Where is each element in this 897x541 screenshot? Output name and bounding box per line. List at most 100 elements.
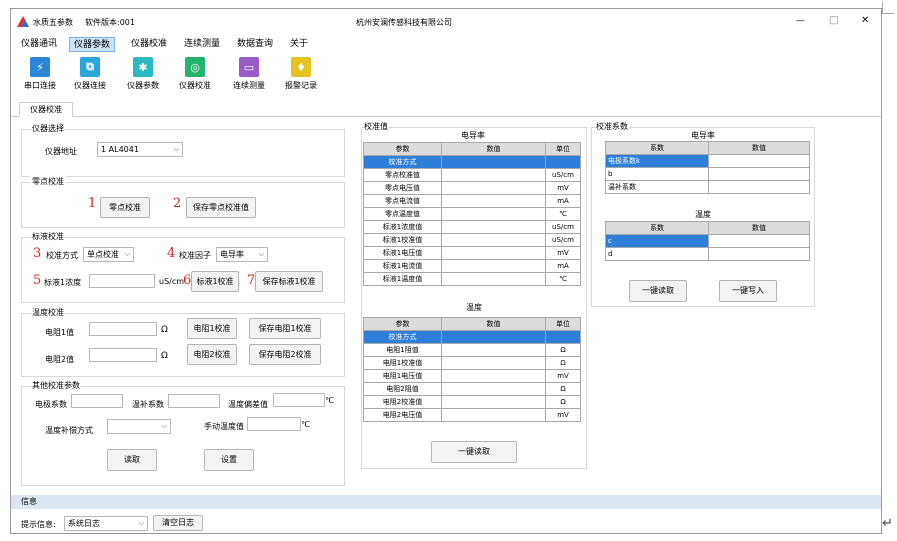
- menu-params[interactable]: 仪器参数: [69, 37, 116, 52]
- info-bar: 信息: [11, 495, 881, 509]
- temp-comp-coef-input[interactable]: [168, 394, 220, 408]
- table-row[interactable]: 校准方式: [363, 155, 581, 169]
- table-row[interactable]: d: [605, 247, 810, 261]
- coefficients-title: 校准系数: [595, 121, 629, 132]
- serial-connect-button[interactable]: ⚡ 串口连接: [15, 55, 65, 97]
- table-row[interactable]: 标液1电流值 mA: [363, 259, 581, 273]
- coef-value: [708, 180, 810, 194]
- save-zero-cal-button[interactable]: 保存零点校准值: [186, 197, 256, 218]
- tab-strip: 仪器校准: [11, 101, 881, 117]
- address-select[interactable]: 1 AL4041 ⌵: [97, 142, 183, 157]
- toolbar-label: 仪器校准: [179, 81, 211, 90]
- device-params-button[interactable]: ✱ 仪器参数: [118, 55, 168, 97]
- manual-temp-unit: ℃: [301, 420, 310, 429]
- table-row[interactable]: c: [605, 234, 810, 248]
- read-all-coef-button[interactable]: 一键读取: [629, 280, 687, 302]
- param-unit: mV: [545, 181, 581, 195]
- r1-input[interactable]: [89, 322, 157, 336]
- temp-cal-title: 温度校准: [31, 307, 65, 318]
- table-row[interactable]: 标液1校准值 uS/cm: [363, 233, 581, 247]
- table-row[interactable]: b: [605, 167, 810, 181]
- save-r2-cal-button[interactable]: 保存电阻2校准: [249, 344, 321, 365]
- set-button[interactable]: 设置: [204, 449, 254, 471]
- temp-table-title: 温度: [466, 303, 482, 312]
- menu-comm[interactable]: 仪器通讯: [17, 37, 61, 52]
- table-row[interactable]: 电阻1校准值 Ω: [363, 356, 581, 370]
- electrode-coef-input[interactable]: [71, 394, 123, 408]
- save-std1-cal-button[interactable]: 保存标液1校准: [255, 271, 323, 292]
- col-header: 数值: [441, 317, 546, 331]
- cal-factor-select[interactable]: 电导率 ⌵: [216, 247, 268, 262]
- coef-temp-table: 系数 数值 c d: [605, 221, 810, 261]
- clear-log-button[interactable]: 清空日志: [153, 515, 203, 531]
- std1-cal-button[interactable]: 标液1校准: [191, 271, 239, 292]
- cal-factor-label: 校准因子: [179, 251, 211, 260]
- param-name: 电阻2校准值: [363, 395, 442, 409]
- std-cal-title: 标液校准: [31, 231, 65, 242]
- read-button[interactable]: 读取: [107, 449, 157, 471]
- menu-data-query[interactable]: 数据查询: [233, 37, 277, 52]
- r2-input[interactable]: [89, 348, 157, 362]
- coef-value: [708, 154, 810, 168]
- cal-method-select[interactable]: 单点校准 ⌵: [83, 247, 134, 262]
- table-row[interactable]: 电极系数k: [605, 154, 810, 168]
- table-row[interactable]: 电阻1电压值 mV: [363, 369, 581, 383]
- table-row[interactable]: 标液1浓度值 uS/cm: [363, 220, 581, 234]
- manual-temp-input[interactable]: [247, 417, 301, 431]
- corner-mark-icon: [882, 2, 894, 14]
- table-row[interactable]: 标液1电压值 mV: [363, 246, 581, 260]
- param-unit: mA: [545, 259, 581, 273]
- param-unit: [545, 330, 581, 344]
- param-name: 标液1电压值: [363, 246, 442, 260]
- r1-cal-button[interactable]: 电阻1校准: [187, 318, 237, 339]
- table-row[interactable]: 电阻2电压值 mV: [363, 408, 581, 422]
- temp-offset-label: 温度偏差值: [228, 400, 268, 409]
- std-cal-group: [21, 237, 345, 303]
- param-name: 电阻2阻值: [363, 382, 442, 396]
- device-connect-button[interactable]: ⧉ 仪器连接: [65, 55, 115, 97]
- prompt-label: 提示信息:: [21, 520, 56, 529]
- log-select[interactable]: 系统日志 ⌵: [64, 516, 148, 531]
- step-number: 4: [167, 246, 176, 261]
- r2-ohm-unit: Ω: [161, 351, 168, 361]
- param-value: [441, 408, 546, 422]
- table-row[interactable]: 标液1温度值 ℃: [363, 272, 581, 286]
- close-button[interactable]: ✕: [861, 15, 869, 26]
- table-row[interactable]: 校准方式: [363, 330, 581, 344]
- cond-table-title: 电导率: [461, 131, 485, 140]
- save-r1-cal-button[interactable]: 保存电阻1校准: [249, 318, 321, 339]
- device-calibration-button[interactable]: ◎ 仪器校准: [170, 55, 220, 97]
- table-row[interactable]: 零点电压值 mV: [363, 181, 581, 195]
- write-all-coef-button[interactable]: 一键写入: [719, 280, 777, 302]
- continuous-measure-button[interactable]: ▭ 连续测量: [224, 55, 274, 97]
- menu-calibration[interactable]: 仪器校准: [127, 37, 171, 52]
- chevron-down-icon: ⌵: [258, 250, 264, 258]
- menu-continuous[interactable]: 连续测量: [180, 37, 224, 52]
- temp-offset-unit: ℃: [325, 396, 334, 405]
- table-row[interactable]: 电阻1阻值 Ω: [363, 343, 581, 357]
- read-all-values-button[interactable]: 一键读取: [431, 441, 517, 463]
- temp-comp-method-select[interactable]: ⌵: [107, 419, 171, 434]
- alarm-icon: ♦: [291, 57, 311, 77]
- minimize-button[interactable]: —: [796, 16, 805, 26]
- table-row[interactable]: 零点电流值 mA: [363, 194, 581, 208]
- table-row[interactable]: 电阻2校准值 Ω: [363, 395, 581, 409]
- table-row[interactable]: 温补系数: [605, 180, 810, 194]
- step-number: 2: [173, 196, 182, 211]
- param-value: [441, 207, 546, 221]
- table-row[interactable]: 电阻2阻值 Ω: [363, 382, 581, 396]
- tab-device-calibration[interactable]: 仪器校准: [19, 102, 73, 117]
- table-row[interactable]: 零点校准值 uS/cm: [363, 168, 581, 182]
- other-params-title: 其他校准参数: [31, 380, 81, 391]
- std-conc-input[interactable]: [89, 274, 155, 288]
- r2-cal-button[interactable]: 电阻2校准: [187, 344, 237, 365]
- param-name: 标液1浓度值: [363, 220, 442, 234]
- param-value: [441, 395, 546, 409]
- temp-offset-input[interactable]: [273, 393, 325, 407]
- alarm-record-button[interactable]: ♦ 报警记录: [276, 55, 326, 97]
- maximize-button[interactable]: □: [829, 15, 838, 26]
- zero-cal-button[interactable]: 零点校准: [100, 197, 150, 218]
- menu-about[interactable]: 关于: [286, 37, 312, 52]
- param-unit: mV: [545, 408, 581, 422]
- table-row[interactable]: 零点温度值 ℃: [363, 207, 581, 221]
